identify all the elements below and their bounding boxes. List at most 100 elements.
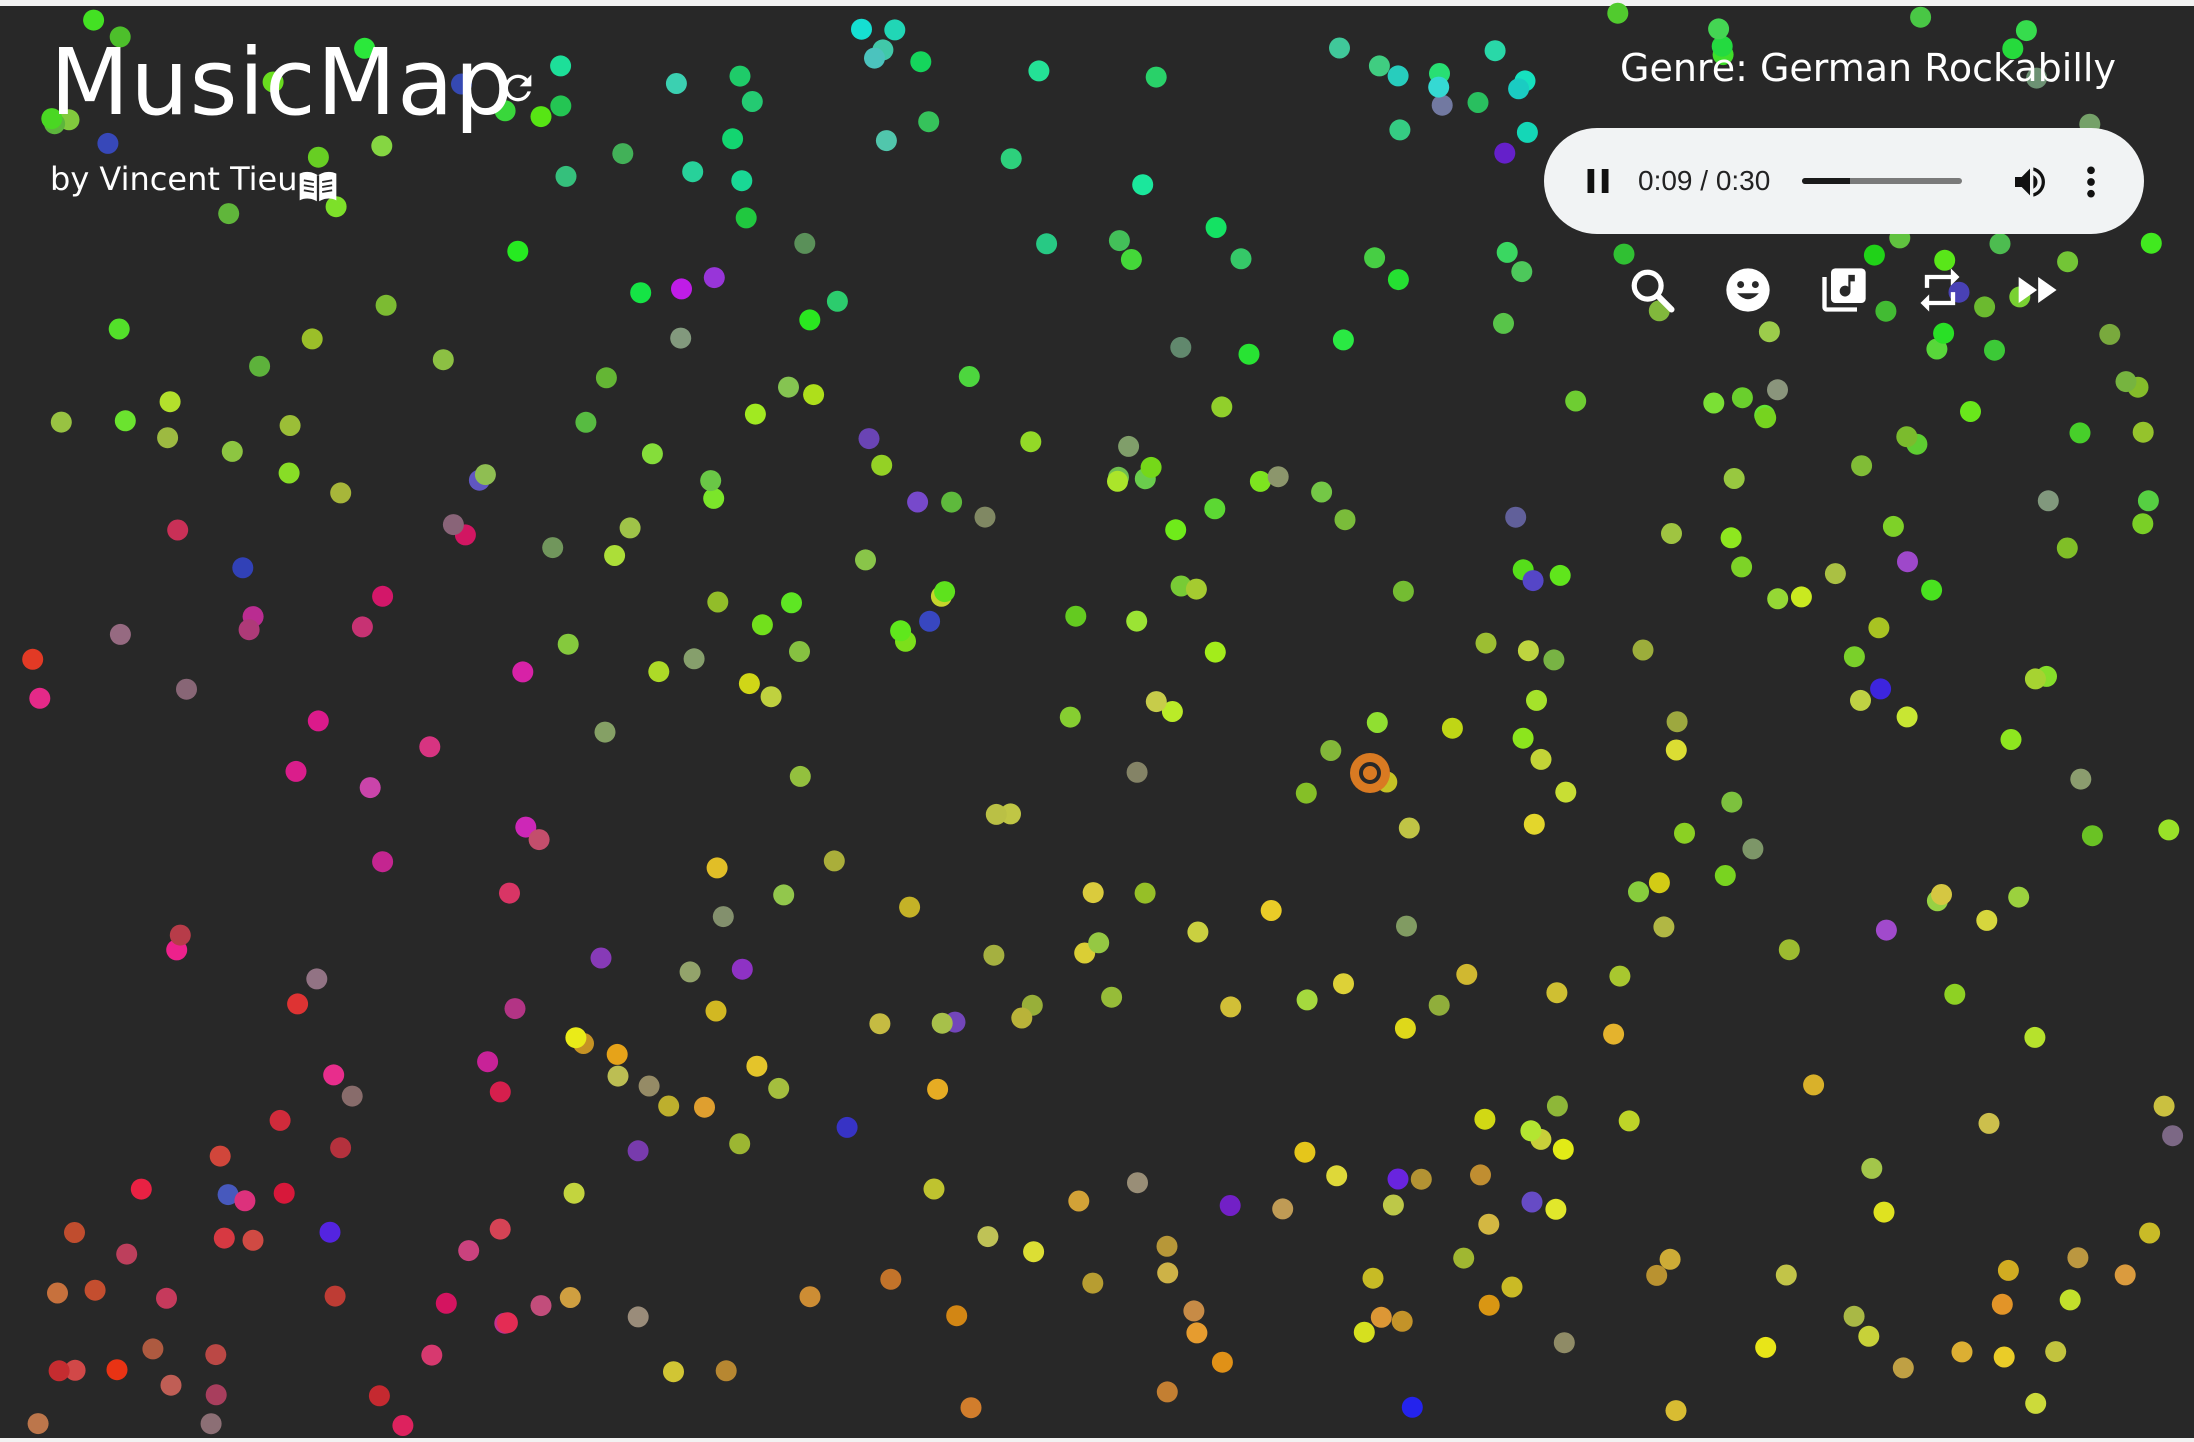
genre-dot[interactable] (1441, 717, 1463, 739)
genre-dot[interactable] (319, 1221, 341, 1243)
genre-dot[interactable] (1512, 727, 1534, 749)
genre-dot[interactable] (869, 1013, 891, 1035)
genre-dot[interactable] (836, 1116, 858, 1138)
genre-dot[interactable] (1368, 55, 1390, 77)
fast-forward-icon[interactable] (2010, 264, 2062, 316)
genre-dot[interactable] (1145, 691, 1167, 713)
genre-dot[interactable] (563, 1182, 585, 1204)
genre-dot[interactable] (530, 1295, 552, 1317)
genre-dot[interactable] (1456, 963, 1478, 985)
genre-dot[interactable] (474, 464, 496, 486)
genre-dot[interactable] (29, 687, 51, 709)
genre-dot[interactable] (663, 1361, 684, 1383)
genre-dot[interactable] (1020, 431, 1042, 453)
genre-dot[interactable] (729, 65, 751, 87)
genre-dot[interactable] (1552, 1138, 1574, 1160)
genre-dot[interactable] (855, 549, 876, 571)
genre-dot[interactable] (823, 850, 845, 872)
genre-dot[interactable] (205, 1344, 227, 1366)
genre-dot[interactable] (1186, 1322, 1208, 1344)
genre-dot[interactable] (1156, 1381, 1178, 1403)
genre-dot[interactable] (372, 585, 394, 607)
genre-dot[interactable] (641, 443, 663, 465)
genre-dot[interactable] (109, 623, 131, 645)
genre-dot[interactable] (489, 1218, 511, 1240)
genre-dot[interactable] (1065, 605, 1087, 627)
genre-dot[interactable] (1714, 865, 1736, 886)
genre-dot[interactable] (64, 1222, 85, 1243)
genre-dot[interactable] (960, 1397, 982, 1419)
genre-dot[interactable] (919, 610, 941, 632)
genre-dot[interactable] (1892, 1357, 1914, 1379)
genre-dot[interactable] (671, 278, 692, 300)
genre-dot[interactable] (1467, 92, 1489, 113)
genre-dot[interactable] (273, 1182, 295, 1204)
genre-dot[interactable] (330, 1137, 352, 1159)
genre-dot[interactable] (1326, 1165, 1348, 1187)
genre-dot[interactable] (1720, 527, 1742, 549)
genre-dot[interactable] (1549, 564, 1571, 586)
genre-dot[interactable] (84, 1279, 106, 1301)
genre-dot[interactable] (884, 19, 906, 41)
genre-dot[interactable] (910, 51, 932, 73)
genre-dot[interactable] (1824, 563, 1846, 585)
genre-dot[interactable] (1755, 1336, 1777, 1358)
genre-dot[interactable] (1609, 965, 1631, 987)
genre-dot[interactable] (1478, 1213, 1500, 1235)
genre-dot[interactable] (1978, 1112, 2000, 1134)
genre-dot[interactable] (1295, 782, 1317, 804)
genre-dot[interactable] (330, 482, 352, 504)
genre-dot[interactable] (1989, 233, 2011, 255)
genre-dot[interactable] (1398, 817, 1420, 839)
genre-dot[interactable] (1526, 689, 1547, 711)
genre-dot[interactable] (1238, 343, 1260, 365)
genre-dot[interactable] (307, 146, 329, 168)
genre-dot[interactable] (738, 673, 760, 695)
genre-dot[interactable] (1392, 580, 1414, 602)
genre-dot[interactable] (638, 1075, 660, 1097)
genre-dot[interactable] (550, 95, 572, 117)
genre-dot[interactable] (744, 403, 766, 425)
genre-dot[interactable] (735, 207, 757, 229)
refresh-icon[interactable] (498, 68, 538, 108)
genre-dot[interactable] (1183, 1300, 1205, 1322)
genre-dot[interactable] (1520, 1120, 1542, 1142)
genre-dot[interactable] (1721, 791, 1743, 813)
genre-dot[interactable] (278, 462, 300, 484)
genre-dot[interactable] (1068, 1190, 1090, 1212)
genre-dot[interactable] (1249, 470, 1271, 492)
genre-dot[interactable] (1545, 1198, 1567, 1220)
genre-dot[interactable] (1863, 244, 1885, 266)
genre-dot[interactable] (1758, 321, 1780, 343)
genre-dot[interactable] (1366, 712, 1388, 733)
genre-dot[interactable] (1082, 882, 1104, 904)
genre-dot[interactable] (269, 1109, 291, 1131)
genre-dot[interactable] (1516, 121, 1538, 143)
genre-dot[interactable] (1311, 481, 1333, 503)
genre-dot[interactable] (1933, 322, 1955, 344)
genre-dot[interactable] (1011, 1007, 1033, 1029)
genre-dot[interactable] (712, 906, 734, 928)
genre-dot[interactable] (1523, 813, 1545, 835)
genre-dot[interactable] (1296, 989, 1318, 1011)
genre-dot[interactable] (1107, 470, 1128, 492)
genre-dot[interactable] (871, 454, 893, 476)
genre-dot[interactable] (1088, 932, 1110, 954)
genre-dot[interactable] (1401, 1396, 1423, 1418)
genre-dot[interactable] (160, 1374, 182, 1396)
genre-dot[interactable] (435, 1292, 457, 1314)
genre-dot[interactable] (1294, 1141, 1316, 1163)
genre-dot[interactable] (703, 267, 725, 289)
genre-dot[interactable] (1387, 65, 1409, 87)
genre-dot[interactable] (864, 47, 885, 69)
genre-dot[interactable] (496, 1312, 518, 1334)
genre-dot[interactable] (1428, 994, 1450, 1016)
genre-dot[interactable] (899, 896, 921, 918)
genre-dot[interactable] (1204, 498, 1226, 520)
genre-dot[interactable] (2015, 20, 2037, 42)
genre-dot[interactable] (729, 1133, 751, 1155)
genre-dot[interactable] (1960, 401, 1981, 422)
genre-dot[interactable] (627, 1140, 649, 1162)
genre-dot[interactable] (392, 1415, 414, 1436)
pause-icon[interactable] (1580, 163, 1616, 199)
